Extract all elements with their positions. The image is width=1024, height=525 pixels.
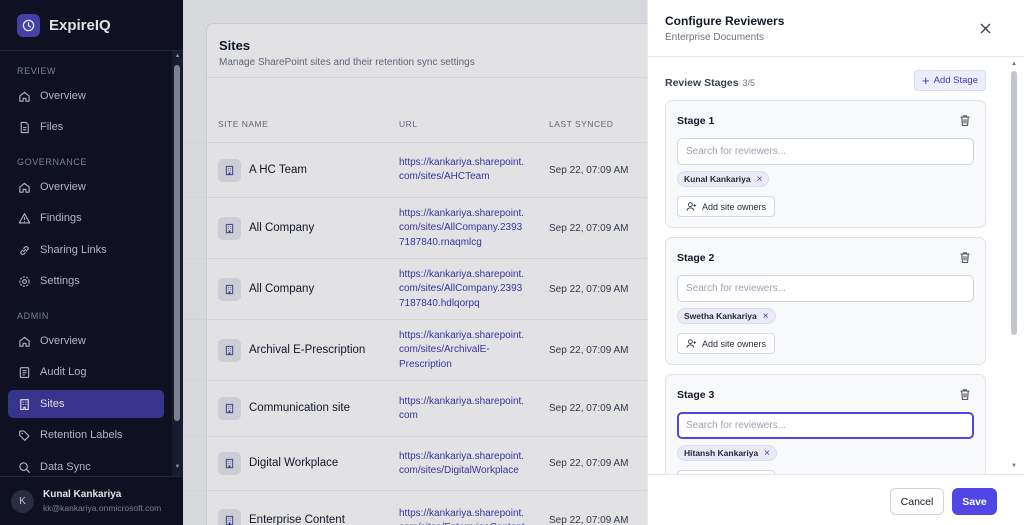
remove-reviewer-icon[interactable]: × [757, 174, 763, 185]
trash-icon[interactable] [959, 388, 972, 402]
reviewer-search-input[interactable] [677, 412, 974, 439]
review-stages-label: Review Stages 3/5 [665, 77, 755, 89]
close-icon[interactable] [977, 20, 993, 36]
cancel-button[interactable]: Cancel [890, 488, 944, 515]
panel-scroll-thumb[interactable] [1011, 71, 1017, 335]
reviewer-chip: Kunal Kankariya × [677, 171, 770, 187]
reviewer-search-input[interactable] [677, 138, 974, 165]
scroll-down-arrow-icon[interactable]: ▼ [1011, 463, 1017, 469]
reviewer-search-input[interactable] [677, 275, 974, 302]
configure-reviewers-panel: Configure Reviewers Enterprise Documents… [647, 0, 1024, 525]
reviewer-chip: Hitansh Kankariya × [677, 445, 778, 461]
reviewer-chip: Swetha Kankariya × [677, 308, 776, 324]
stage-title: Stage 1 [677, 115, 715, 127]
review-stage-card: Stage 1 Kunal Kankariya × Add site owners [665, 100, 986, 228]
panel-body: Review Stages3/5 +Add Stage Stage 1 Kunal… [648, 57, 1005, 474]
trash-icon[interactable] [959, 114, 972, 128]
reviewer-name: Swetha Kankariya [684, 311, 757, 321]
review-stage-card: Stage 3Hitansh Kankariya×Add site owners [665, 374, 986, 474]
stage-title: Stage 2 [677, 252, 715, 264]
reviewer-name: Hitansh Kankariya [684, 448, 759, 458]
remove-reviewer-icon[interactable]: × [764, 448, 770, 459]
panel-subtitle: Enterprise Documents [665, 32, 764, 43]
remove-reviewer-icon[interactable]: × [763, 311, 769, 322]
add-site-owners-label: Add site owners [702, 201, 767, 212]
reviewer-name: Kunal Kankariya [684, 174, 751, 184]
review-stages-title: Review Stages [665, 77, 739, 89]
add-stage-label: Add Stage [933, 75, 978, 86]
review-stage-card: Stage 2 Swetha Kankariya × Add site owners [665, 237, 986, 365]
save-button[interactable]: Save [952, 488, 997, 515]
stages-count: 3/5 [742, 78, 756, 88]
panel-scrollbar[interactable]: ▲ ▼ [1005, 57, 1024, 474]
scroll-up-arrow-icon[interactable]: ▲ [1011, 61, 1017, 67]
plus-icon: + [922, 72, 930, 88]
panel-footer: Cancel Save [648, 474, 1024, 525]
modal-backdrop[interactable] [0, 0, 647, 525]
add-site-owners-button[interactable]: Add site owners [677, 196, 776, 217]
add-user-icon [686, 202, 697, 211]
add-stage-button[interactable]: + Add Stage [914, 70, 986, 91]
add-site-owners-label: Add site owners [702, 338, 767, 349]
add-site-owners-button[interactable]: Add site owners [677, 333, 776, 354]
add-user-icon [686, 339, 697, 348]
panel-title: Configure Reviewers [665, 14, 785, 28]
trash-icon[interactable] [959, 251, 972, 265]
stage-title: Stage 3 [677, 389, 715, 401]
